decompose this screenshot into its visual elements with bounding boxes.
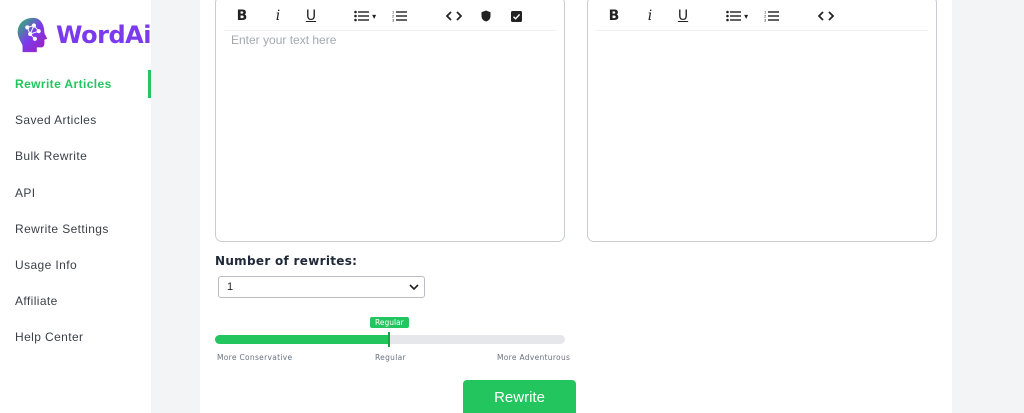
sidebar-item-rewrite-articles[interactable]: Rewrite Articles xyxy=(0,66,151,102)
input-editor[interactable]: B i U ▾ 123 Enter your text here xyxy=(215,0,565,242)
bold-button[interactable]: B xyxy=(232,1,252,31)
code-icon xyxy=(818,11,834,21)
checkbox-icon xyxy=(510,10,522,22)
slider-fill xyxy=(215,335,390,344)
rewrites-label: Number of rewrites: xyxy=(215,254,358,268)
code-view-button[interactable] xyxy=(442,1,466,31)
brain-head-icon xyxy=(17,17,48,53)
slider-label-adventurous: More Adventurous xyxy=(497,353,571,362)
underline-button[interactable]: U xyxy=(301,1,321,31)
numbered-list-icon: 123 xyxy=(392,10,407,23)
check-button[interactable] xyxy=(506,1,526,31)
rewrite-panel: B i U ▾ 123 Enter your text here B i U ▾… xyxy=(200,0,952,413)
output-editor-toolbar: B i U ▾ 123 xyxy=(596,1,928,31)
sidebar-item-bulk-rewrite[interactable]: Bulk Rewrite xyxy=(0,138,151,174)
italic-button[interactable]: i xyxy=(268,1,288,31)
sidebar-item-api[interactable]: API xyxy=(0,175,151,211)
bullet-list-button[interactable]: ▾ xyxy=(720,1,754,31)
chevron-down-icon xyxy=(409,284,419,291)
brand-name: WordAi xyxy=(56,21,151,49)
sidebar-item-saved-articles[interactable]: Saved Articles xyxy=(0,102,151,138)
input-placeholder: Enter your text here xyxy=(231,33,337,47)
output-editor[interactable]: B i U ▾ 123 xyxy=(587,0,937,242)
svg-text:3: 3 xyxy=(764,18,767,23)
slider-label-conservative: More Conservative xyxy=(217,353,293,362)
chevron-down-icon: ▾ xyxy=(369,11,377,21)
numbered-list-button[interactable]: 123 xyxy=(390,1,410,31)
shield-button[interactable] xyxy=(476,1,496,31)
chevron-down-icon: ▾ xyxy=(741,11,749,21)
bullet-list-icon xyxy=(354,10,369,22)
bullet-list-icon xyxy=(726,10,741,22)
rewrites-select[interactable]: 1 xyxy=(218,276,425,298)
rewrite-level-slider[interactable] xyxy=(215,335,565,344)
numbered-list-icon: 123 xyxy=(764,10,779,23)
italic-button[interactable]: i xyxy=(640,1,660,31)
rewrite-button[interactable]: Rewrite xyxy=(463,380,576,413)
sidebar-item-help-center[interactable]: Help Center xyxy=(0,319,151,355)
code-view-button[interactable] xyxy=(814,1,838,31)
sidebar: WordAi Rewrite Articles Saved Articles B… xyxy=(0,0,151,413)
slider-label-regular: Regular xyxy=(375,353,406,362)
slider-thumb[interactable] xyxy=(388,332,390,347)
bold-button[interactable]: B xyxy=(604,1,624,31)
slider-value-tag: Regular xyxy=(370,317,409,328)
rewrites-selected-value: 1 xyxy=(227,281,234,293)
sidebar-item-affiliate[interactable]: Affiliate xyxy=(0,283,151,319)
numbered-list-button[interactable]: 123 xyxy=(762,1,782,31)
input-editor-toolbar: B i U ▾ 123 xyxy=(224,1,556,31)
sidebar-nav: Rewrite Articles Saved Articles Bulk Rew… xyxy=(0,66,151,356)
sidebar-item-usage-info[interactable]: Usage Info xyxy=(0,247,151,283)
bullet-list-button[interactable]: ▾ xyxy=(348,1,382,31)
svg-text:3: 3 xyxy=(392,18,395,23)
underline-button[interactable]: U xyxy=(673,1,693,31)
logo[interactable]: WordAi xyxy=(14,16,151,54)
sidebar-item-rewrite-settings[interactable]: Rewrite Settings xyxy=(0,211,151,247)
shield-icon xyxy=(481,10,491,22)
code-icon xyxy=(446,11,462,21)
